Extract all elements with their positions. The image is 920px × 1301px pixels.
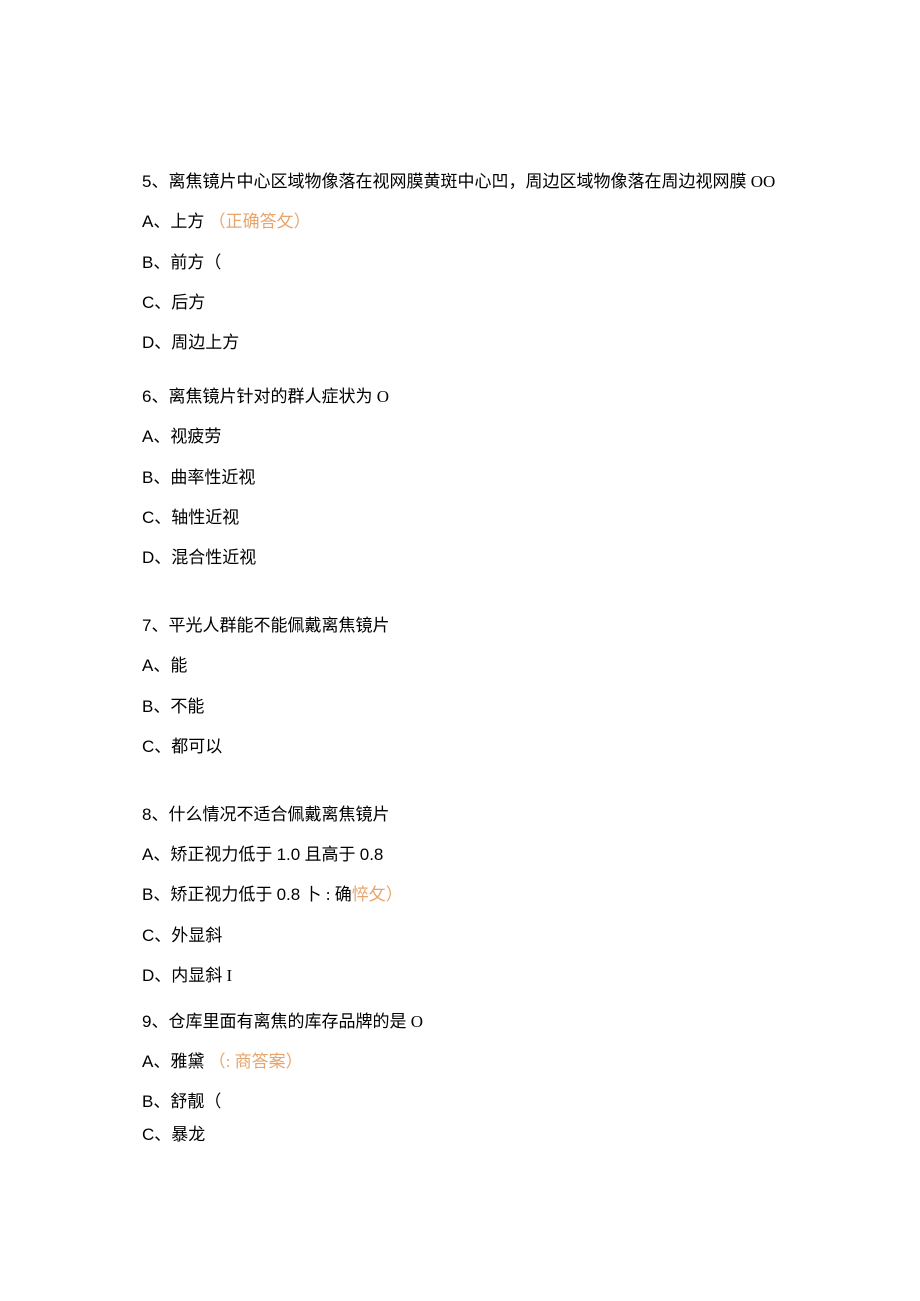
- question-text: 8、什么情况不适合佩戴离焦镜片: [142, 803, 820, 827]
- option-d: D、内显斜 I: [142, 964, 820, 988]
- question-text: 9、仓库里面有离焦的库存品牌的是 O: [142, 1010, 820, 1034]
- option-c: C、后方: [142, 291, 820, 315]
- question-text: 6、离焦镜片针对的群人症状为 O: [142, 385, 820, 409]
- option-a: A、能: [142, 654, 820, 678]
- question-7: 7、平光人群能不能佩戴离焦镜片 A、能 B、不能 C、都可以: [142, 614, 820, 759]
- question-5: 5、离焦镜片中心区域物像落在视网膜黄斑中心凹，周边区域物像落在周边视网膜 OO …: [142, 170, 820, 355]
- option-c: C、都可以: [142, 735, 820, 759]
- option-b: B、不能: [142, 695, 820, 719]
- question-9: 9、仓库里面有离焦的库存品牌的是 O A、雅黛 （: 商答案） B、舒靓（ C、…: [142, 1010, 820, 1147]
- option-b: B、前方（: [142, 251, 820, 275]
- question-8: 8、什么情况不适合佩戴离焦镜片 A、矫正视力低于 1.0 且高于 0.8 B、矫…: [142, 803, 820, 988]
- option-b: B、舒靓（: [142, 1090, 820, 1114]
- question-text: 7、平光人群能不能佩戴离焦镜片: [142, 614, 820, 638]
- option-c: C、暴龙: [142, 1123, 820, 1147]
- option-a: A、雅黛 （: 商答案）: [142, 1050, 820, 1074]
- option-d: D、混合性近视: [142, 546, 820, 570]
- question-text: 5、离焦镜片中心区域物像落在视网膜黄斑中心凹，周边区域物像落在周边视网膜 OO: [142, 170, 820, 194]
- option-d: D、周边上方: [142, 331, 820, 355]
- question-6: 6、离焦镜片针对的群人症状为 O A、视疲劳 B、曲率性近视 C、轴性近视 D、…: [142, 385, 820, 570]
- option-c: C、轴性近视: [142, 506, 820, 530]
- option-b: B、矫正视力低于 0.8 卜 : 确悴攵）: [142, 883, 820, 907]
- option-a: A、视疲劳: [142, 425, 820, 449]
- option-a: A、上方 （正确答攵）: [142, 210, 820, 234]
- option-c: C、外显斜: [142, 924, 820, 948]
- option-a: A、矫正视力低于 1.0 且高于 0.8: [142, 843, 820, 867]
- option-b: B、曲率性近视: [142, 466, 820, 490]
